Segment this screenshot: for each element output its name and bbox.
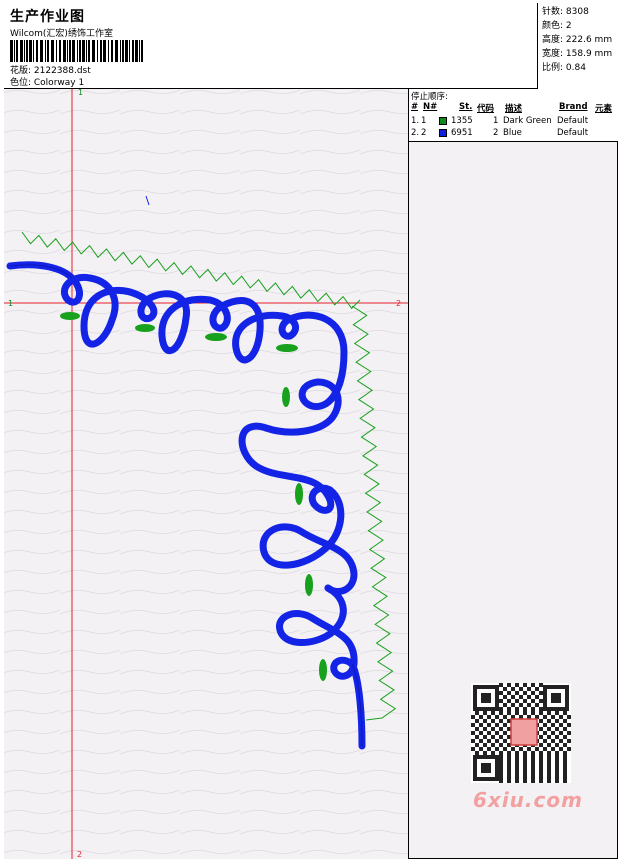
qr-code — [471, 683, 571, 783]
leaf — [205, 333, 227, 341]
design-canvas[interactable]: 1 2 1 2 — [4, 89, 409, 859]
stat-width: 宽度: 158.9 mm — [542, 49, 613, 59]
colorway: 色位: Colorway 1 — [10, 78, 85, 88]
embroidery-preview: 1 2 1 2 — [4, 89, 408, 859]
color-swatch — [439, 117, 447, 125]
col-header-n: N# — [423, 102, 438, 112]
stat-scale: 比例: 0.84 — [542, 63, 586, 73]
stat-height: 高度: 222.6 mm — [542, 35, 613, 45]
col-header-num: # — [411, 102, 419, 112]
stat-colors: 颜色: 2 — [542, 21, 572, 31]
col-header-code: 代码 — [477, 104, 495, 114]
stop-sequence-title: 停止顺序: — [411, 92, 448, 102]
col-header-desc: 描述 — [505, 104, 523, 114]
header: 生产作业图 Wilcom(汇宏)绣饰工作室 花版: 2122388.dst 色位… — [4, 3, 618, 89]
axis-label-left: 1 — [8, 299, 13, 308]
col-header-st: St. — [459, 102, 473, 112]
stats-panel: 针数: 8308 颜色: 2 高度: 222.6 mm 宽度: 158.9 mm… — [537, 3, 618, 89]
company-name: Wilcom(汇宏)绣饰工作室 — [10, 29, 113, 39]
barcode — [10, 40, 143, 62]
page-title: 生产作业图 — [10, 9, 85, 25]
axis-label-top: 1 — [78, 89, 83, 97]
stamp-logo — [510, 718, 538, 746]
stop-sequence-panel: 停止顺序: # N# St. 代码 描述 Brand 元素 1. 1 1355 … — [409, 89, 618, 142]
leaf — [305, 574, 313, 596]
leaf — [282, 387, 290, 407]
watermark-text: 6xiu.com — [473, 788, 583, 812]
axis-label-right: 2 — [396, 299, 401, 308]
color-swatch — [439, 129, 447, 137]
leaf — [60, 312, 80, 320]
axis-label-bottom: 2 — [77, 850, 82, 859]
col-header-element: 元素 — [595, 104, 613, 114]
leaf — [135, 324, 155, 332]
leaf — [295, 483, 303, 505]
leaf — [276, 344, 298, 352]
stat-stitches: 针数: 8308 — [542, 7, 589, 17]
col-header-brand: Brand — [559, 102, 588, 112]
leaf — [319, 659, 327, 681]
